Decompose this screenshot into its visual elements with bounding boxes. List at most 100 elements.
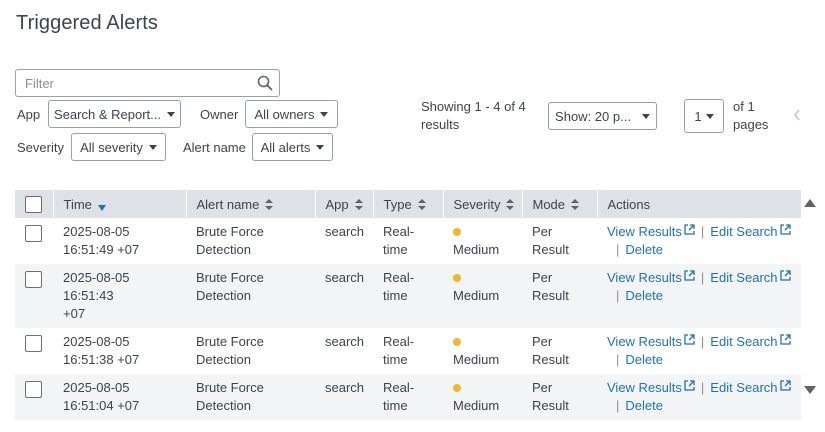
cell-time: 2025-08-05 16:51:43 +07 [63,270,130,321]
row-checkbox[interactable] [25,334,42,352]
delete-link[interactable]: Delete [625,398,663,413]
chevron-down-icon [316,144,325,150]
separator: | [616,398,620,413]
sort-icon [571,198,580,210]
view-results-link[interactable]: View Results [607,224,695,239]
table-row: 2025-08-05 16:51:04 +07 Brute Force Detect… [15,374,801,420]
column-header-app[interactable]: App [315,190,374,218]
owner-dropdown[interactable]: All owners [245,100,338,128]
view-results-link[interactable]: View Results [607,334,695,349]
column-header-severity[interactable]: Severity [443,190,523,218]
cell-actions: View Results | Edit Search | Delete [597,374,801,420]
view-results-link[interactable]: View Results [607,380,695,395]
page-title: Triggered Alerts [16,12,159,34]
cell-severity: Medium [443,218,522,264]
chevron-down-icon [641,113,650,119]
external-link-icon [684,334,695,345]
results-summary-line2: results [421,117,460,132]
cell-mode: Per Result [532,224,569,257]
delete-link[interactable]: Delete [625,288,663,303]
column-header-severity-label: Severity [453,196,501,212]
severity-medium-dot [453,274,461,282]
table-row: 2025-08-05 16:51:38 +07 Brute Force Detect… [15,328,801,374]
cell-app: search [325,270,365,285]
cell-alert-name: Brute Force Detection [196,334,264,367]
column-header-actions: Actions [597,190,801,218]
severity-dropdown[interactable]: All severity [71,133,166,161]
page-count-line1: of 1 [733,99,755,114]
scroll-down-arrow[interactable] [804,386,816,394]
external-link-icon [684,270,695,281]
select-all-checkbox[interactable] [25,196,42,213]
cell-time: 2025-08-05 16:51:04 +07 [63,380,140,413]
external-link-icon [779,334,791,345]
cell-type: Real-time [383,380,415,413]
cell-type: Real-time [383,334,415,367]
cell-mode: Per Result [532,270,569,303]
cell-severity: Medium [443,328,522,374]
cell-time: 2025-08-05 16:51:49 +07 [63,224,140,257]
app-label: App [17,107,41,122]
severity-medium-dot [453,228,461,236]
cell-alert-name: Brute Force Detection [196,224,264,257]
cell-type: Real-time [383,270,415,303]
results-summary-line1: Showing 1 - 4 of 4 [421,99,526,114]
delete-link[interactable]: Delete [625,242,663,257]
column-header-time[interactable]: Time [53,190,187,218]
per-page-dropdown[interactable]: Show: 20 p... [548,102,657,130]
sort-icon [265,198,274,210]
edit-search-link[interactable]: Edit Search [710,334,791,349]
cell-app: search [325,380,365,395]
sort-descending-icon [97,204,106,211]
row-checkbox[interactable] [25,270,42,288]
results-summary: Showing 1 - 4 of 4 results [421,98,531,134]
cell-app: search [325,224,365,239]
external-link-icon [779,224,791,235]
separator: | [700,380,705,395]
column-header-type[interactable]: Type [373,190,444,218]
column-header-mode[interactable]: Mode [522,190,598,218]
chevron-down-icon [320,111,329,117]
external-link-icon [684,380,695,391]
cell-mode: Per Result [532,334,569,367]
column-header-app-label: App [325,196,349,212]
page-number-value: 1 [694,108,702,124]
separator: | [616,288,620,303]
search-icon[interactable] [257,75,273,91]
chevron-left-icon[interactable] [792,108,802,122]
row-checkbox[interactable] [25,380,42,398]
sort-icon [417,198,426,210]
cell-severity: Medium [443,264,522,328]
separator: | [700,224,705,239]
app-dropdown[interactable]: Search & Report... [48,100,181,128]
column-header-type-label: Type [383,196,412,212]
cell-type: Real-time [383,224,415,257]
separator: | [616,242,620,257]
row-checkbox[interactable] [25,224,42,242]
view-results-link[interactable]: View Results [607,270,695,285]
external-link-icon [684,224,695,235]
alerts-table: Time Alert name App Type Severity Mode A… [15,190,801,420]
cell-actions: View Results | Edit Search | Delete [597,218,801,264]
separator: | [616,352,620,367]
page-number-dropdown[interactable]: 1 [684,99,724,133]
column-header-alert-name[interactable]: Alert name [186,190,316,218]
app-dropdown-value: Search & Report... [54,106,161,122]
alertname-label: Alert name [183,140,246,155]
chevron-down-icon [166,111,175,117]
alertname-dropdown[interactable]: All alerts [252,133,333,161]
filter-input-container[interactable] [15,69,280,97]
cell-alert-name: Brute Force Detection [196,380,264,413]
page-count: of 1 pages [733,98,783,134]
delete-link[interactable]: Delete [625,352,663,367]
cell-mode: Per Result [532,380,569,413]
table-row: 2025-08-05 16:51:43 +07 Brute Force Detect… [15,264,801,328]
edit-search-link[interactable]: Edit Search [710,224,791,239]
edit-search-link[interactable]: Edit Search [710,380,791,395]
external-link-icon [779,380,791,391]
scroll-up-arrow[interactable] [804,199,816,207]
severity-label: Severity [17,140,64,155]
edit-search-link[interactable]: Edit Search [710,270,791,285]
external-link-icon [779,270,791,281]
filter-input[interactable] [16,70,246,96]
